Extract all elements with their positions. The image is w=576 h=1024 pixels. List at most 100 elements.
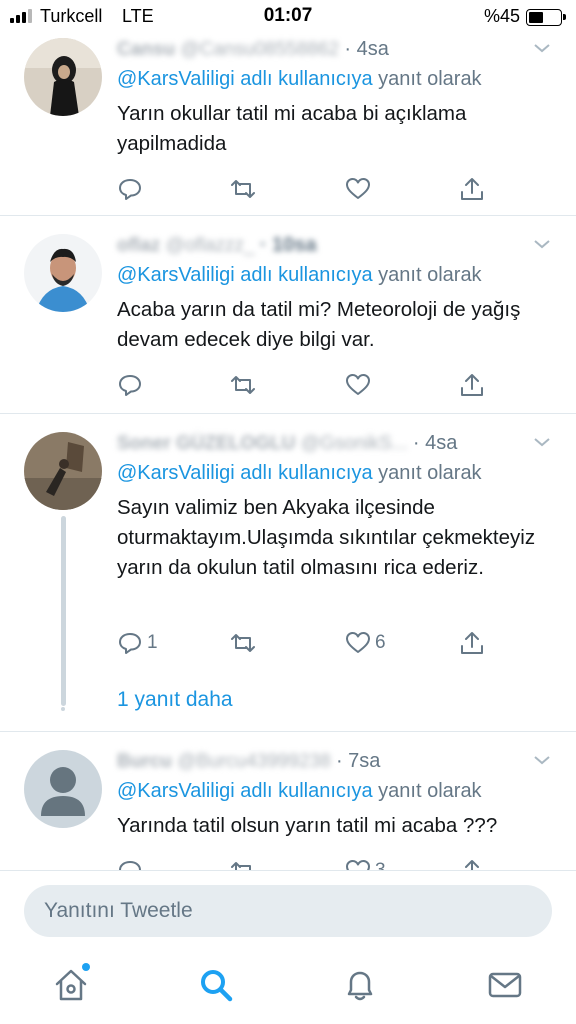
heart-icon	[346, 374, 370, 395]
search-icon	[201, 970, 233, 1002]
thread-connector-line	[61, 516, 66, 706]
reply-context: @KarsValiligi adlı kullanıcıya yanıt ola…	[117, 264, 562, 287]
tweet-actions	[117, 370, 487, 400]
reply-composer-bar	[0, 870, 576, 938]
reply-button[interactable]: 1	[117, 628, 158, 658]
reply-icon	[119, 633, 141, 654]
reply-context-suffix: yanıt olarak	[378, 264, 482, 286]
reply-icon	[119, 179, 141, 200]
reply-mention-link[interactable]: @KarsValiligi adlı kullanıcıya	[117, 68, 373, 90]
share-icon	[461, 632, 483, 654]
tweet-header: oflaz @oflazzz_ · 10sa	[117, 234, 562, 260]
user-photo-avatar[interactable]	[24, 38, 102, 116]
user-photo-avatar[interactable]	[24, 234, 102, 312]
chevron-down-icon[interactable]	[532, 432, 552, 452]
status-bar: Turkcell LTE 01:07 %45	[0, 0, 576, 34]
notifications-icon	[347, 971, 373, 1001]
tweet-text: Acaba yarın da tatil mi? Meteoroloji de …	[117, 298, 521, 351]
battery-icon	[526, 9, 566, 26]
tweet-actions: 1 6	[117, 628, 487, 658]
share-button[interactable]	[459, 370, 485, 400]
reply-context-suffix: yanıt olarak	[378, 462, 482, 484]
share-icon	[461, 178, 483, 200]
author-name[interactable]: oflaz	[117, 235, 160, 256]
tweet-text: Sayın valimiz ben Akyaka ilçesinde oturm…	[117, 496, 536, 579]
author-name[interactable]: Burcu	[117, 751, 172, 772]
reply-context-suffix: yanıt olarak	[378, 780, 482, 802]
author-handle: @GsonikS...	[300, 433, 408, 454]
like-button[interactable]	[345, 370, 375, 400]
share-button[interactable]	[459, 628, 485, 658]
chevron-down-icon[interactable]	[532, 38, 552, 58]
reply-context: @KarsValiligi adlı kullanıcıya yanıt ola…	[117, 68, 562, 91]
messages-icon	[488, 972, 522, 998]
retweet-button[interactable]	[230, 628, 256, 658]
reply-button[interactable]	[117, 856, 147, 870]
share-button[interactable]	[459, 174, 485, 204]
tweet-time: · 4sa	[412, 432, 458, 454]
like-count: 3	[375, 860, 386, 870]
reply-context-suffix: yanıt olarak	[378, 68, 482, 90]
tweet-time: · 7sa	[335, 750, 381, 772]
tweet-time: · 10sa	[259, 234, 317, 256]
reply-context: @KarsValiligi adlı kullanıcıya yanıt ola…	[117, 462, 562, 485]
tweet[interactable]: oflaz @oflazzz_ · 10sa @KarsValiligi adl…	[0, 216, 576, 414]
battery-percentage: %45	[483, 6, 520, 26]
author-name[interactable]: Soner GÜZELOGLU	[117, 433, 295, 454]
heart-icon	[346, 178, 370, 199]
reply-feed[interactable]: Cansu @Cansu08558862 · 4sa @KarsValiligi…	[0, 34, 576, 870]
heart-icon	[346, 632, 370, 653]
tweet-header: Burcu @Burcu43999238 · 7sa	[117, 750, 562, 776]
tweet-header: Cansu @Cansu08558862 · 4sa	[117, 38, 562, 64]
tab-messages[interactable]	[486, 966, 524, 1004]
retweet-icon	[231, 180, 255, 198]
reply-button[interactable]	[117, 370, 147, 400]
reply-mention-link[interactable]: @KarsValiligi adlı kullanıcıya	[117, 462, 373, 484]
author-name[interactable]: Cansu	[117, 39, 175, 60]
reply-icon	[119, 375, 141, 396]
tab-home[interactable]	[52, 963, 90, 1004]
tweet-time: · 4sa	[344, 38, 389, 60]
tweet-actions	[117, 174, 487, 204]
tweet-header: Soner GÜZELOGLU @GsonikS... · 4sa	[117, 432, 562, 458]
retweet-icon	[231, 376, 255, 394]
retweet-icon	[231, 862, 251, 870]
like-button[interactable]: 3	[345, 856, 386, 870]
more-replies-dots-icon	[61, 693, 65, 711]
like-count: 6	[375, 632, 386, 653]
user-photo-avatar[interactable]	[24, 432, 102, 510]
like-button[interactable]: 6	[345, 628, 386, 658]
like-button[interactable]	[345, 174, 375, 204]
share-icon	[461, 374, 483, 396]
reply-input[interactable]	[24, 885, 552, 937]
tweet[interactable]: Cansu @Cansu08558862 · 4sa @KarsValiligi…	[0, 34, 576, 216]
chevron-down-icon[interactable]	[532, 234, 552, 254]
tweet-text: Yarında tatil olsun yarın tatil mi acaba…	[117, 814, 498, 837]
show-more-replies-link[interactable]: 1 yanıt daha	[117, 688, 233, 712]
default-user-avatar[interactable]	[24, 750, 102, 828]
tab-search[interactable]	[197, 966, 235, 1004]
reply-icon	[119, 861, 141, 870]
tweet-actions: 3	[117, 856, 487, 870]
share-button[interactable]	[459, 856, 485, 870]
tweet-text: Yarın okullar tatil mi acaba bi açıklama…	[117, 102, 467, 155]
new-content-dot	[82, 963, 90, 971]
chevron-down-icon[interactable]	[532, 750, 552, 770]
retweet-button[interactable]	[230, 174, 256, 204]
tweet[interactable]: Soner GÜZELOGLU @GsonikS... · 4sa @KarsV…	[0, 414, 576, 732]
author-handle: @Cansu08558862	[180, 39, 340, 60]
reply-count: 1	[147, 632, 158, 653]
home-icon	[55, 969, 87, 1001]
share-icon	[465, 860, 479, 870]
author-handle: @oflazzz_	[165, 235, 255, 256]
tab-notifications[interactable]	[341, 966, 379, 1004]
retweet-button[interactable]	[230, 856, 256, 870]
tweet[interactable]: Burcu @Burcu43999238 · 7sa @KarsValiligi…	[0, 732, 576, 870]
reply-mention-link[interactable]: @KarsValiligi adlı kullanıcıya	[117, 264, 373, 286]
bottom-tab-bar	[0, 938, 576, 1024]
retweet-button[interactable]	[230, 370, 256, 400]
reply-context: @KarsValiligi adlı kullanıcıya yanıt ola…	[117, 780, 562, 803]
heart-icon	[346, 860, 370, 870]
reply-mention-link[interactable]: @KarsValiligi adlı kullanıcıya	[117, 780, 373, 802]
reply-button[interactable]	[117, 174, 147, 204]
